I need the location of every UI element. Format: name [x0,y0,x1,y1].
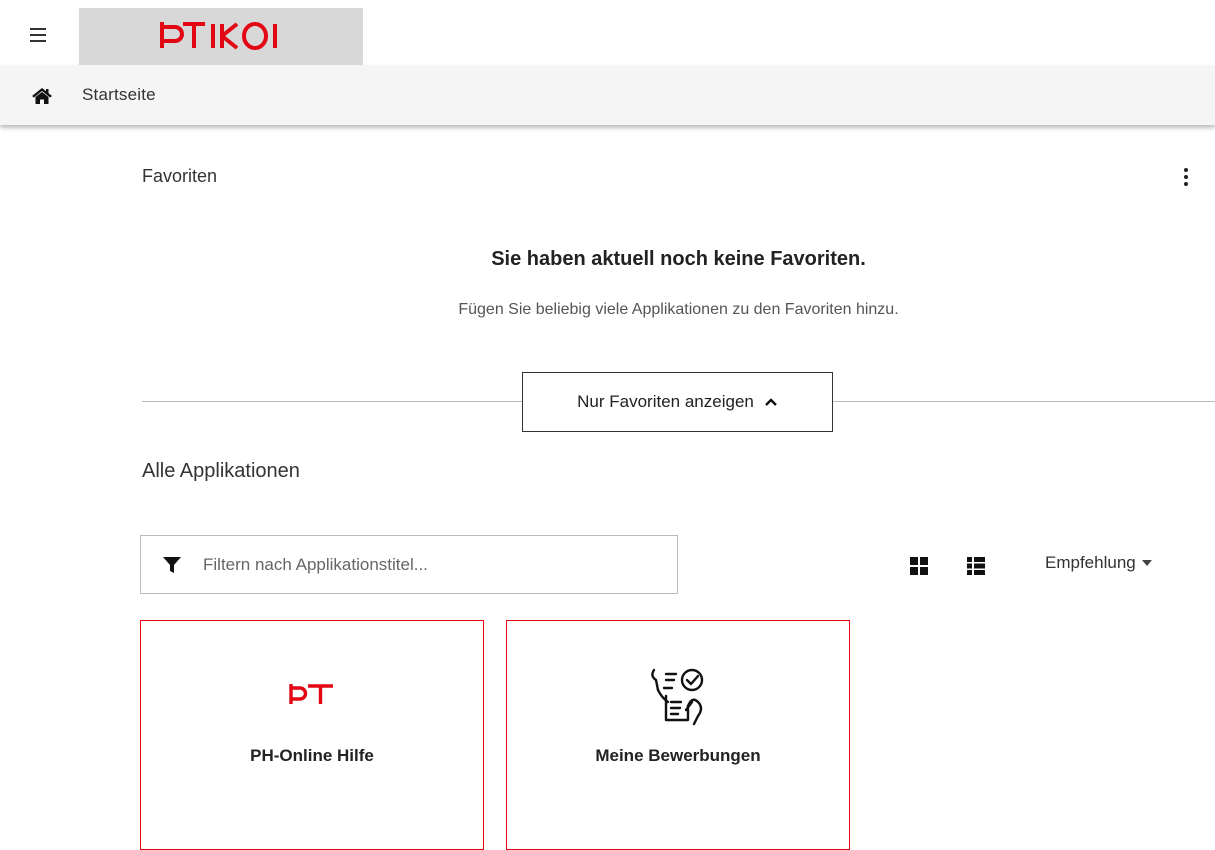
divider-right [833,401,1215,402]
top-bar [0,0,1215,65]
show-favorites-only-label: Nur Favoriten anzeigen [577,392,754,411]
home-icon[interactable] [31,87,53,105]
grid-view-icon[interactable] [910,557,928,575]
app-card-meine-bewerbungen[interactable]: Meine Bewerbungen [506,620,850,850]
filter-icon [163,557,181,573]
filter-field[interactable] [140,535,678,594]
chevron-up-icon [765,398,777,406]
logo[interactable] [79,8,363,65]
app-card-label: PH-Online Hilfe [250,746,374,765]
application-form-icon [651,668,704,726]
breadcrumb: Startseite [0,65,1215,125]
pht-logo-icon [160,22,277,50]
app-card-label: Meine Bewerbungen [595,746,761,765]
caret-down-icon [1141,560,1152,566]
breadcrumb-item-home[interactable]: Startseite [82,85,156,105]
show-favorites-only-button[interactable]: Nur Favoriten anzeigen [522,372,833,432]
favorites-heading: Favoriten [142,166,218,186]
all-applications-heading: Alle Applikationen [142,460,300,482]
sort-dropdown[interactable]: Empfehlung [1045,553,1152,573]
kebab-menu-icon[interactable] [1178,166,1194,188]
hamburger-icon[interactable] [24,20,54,50]
empty-favorites-subtitle: Fügen Sie beliebig viele Applikationen z… [458,301,899,318]
app-card-ph-online-hilfe[interactable]: PH-Online Hilfe [140,620,484,850]
sort-dropdown-label: Empfehlung [1045,553,1136,572]
empty-favorites-title: Sie haben aktuell noch keine Favoriten. [491,248,866,270]
filter-input[interactable] [203,548,663,582]
list-view-icon[interactable] [967,557,985,575]
divider-left [142,401,522,402]
pht-logo-icon [289,684,333,704]
